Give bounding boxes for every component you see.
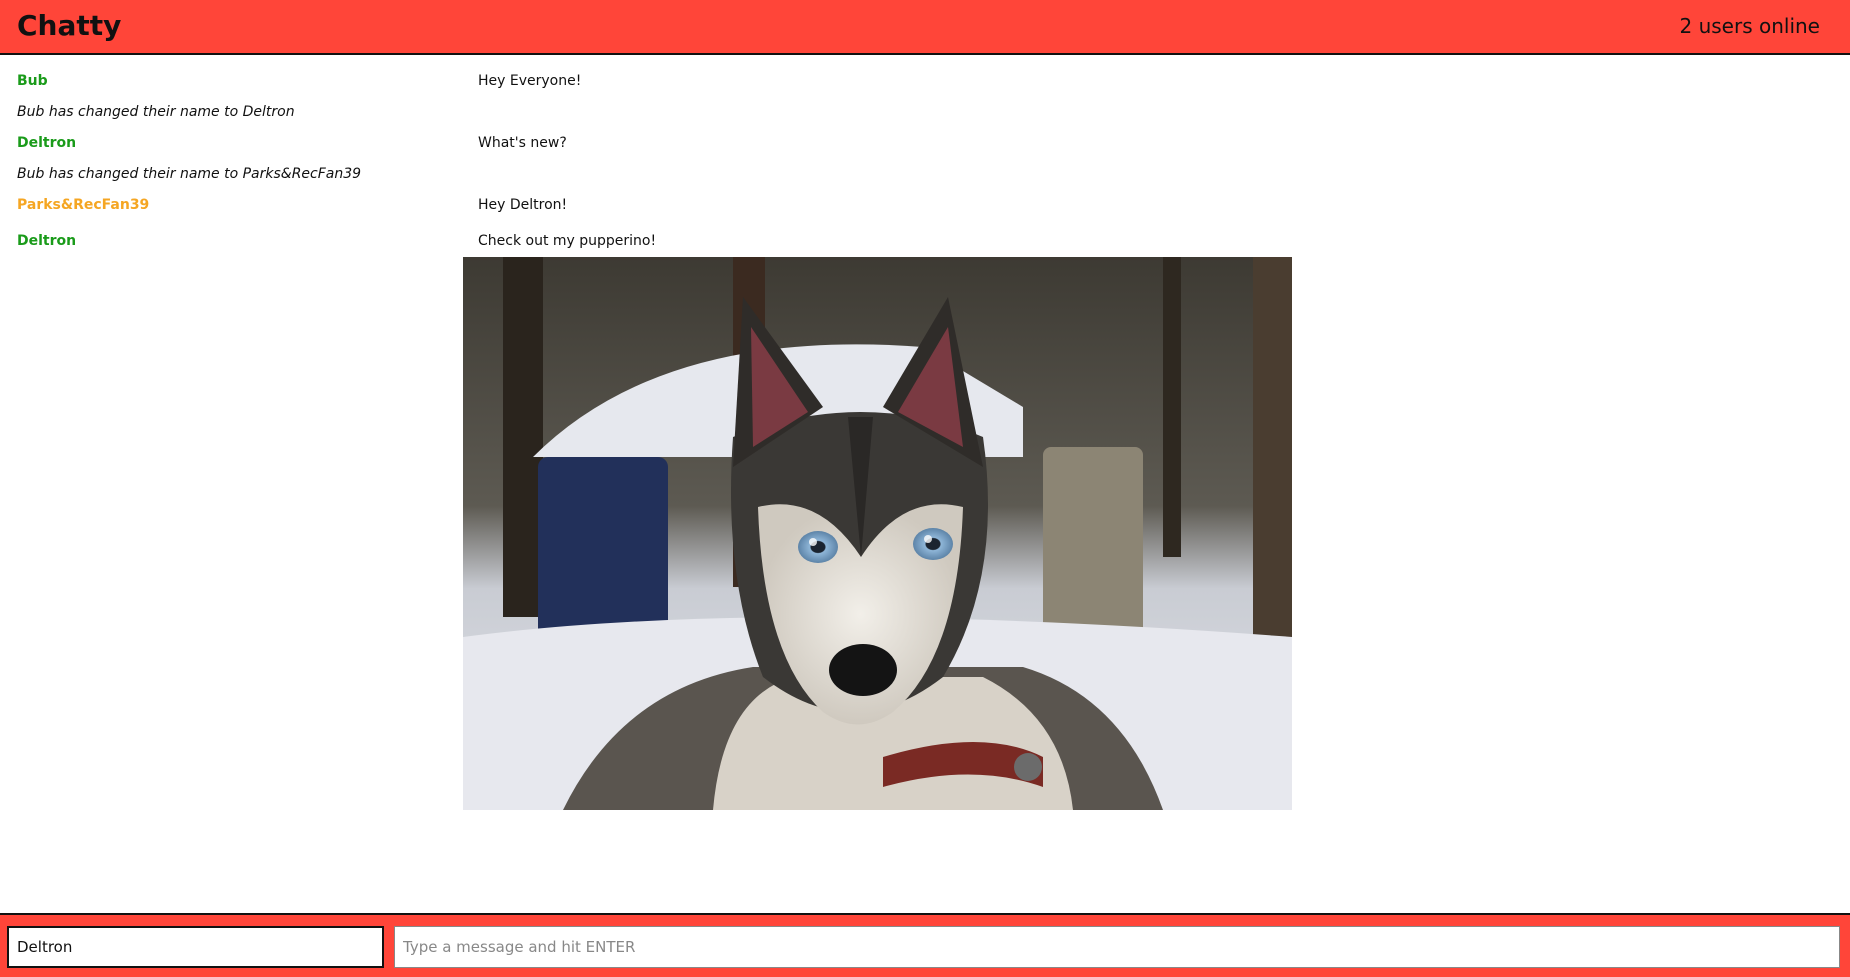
navbar: Chatty 2 users online — [0, 0, 1850, 55]
husky-dog-photo — [463, 257, 1292, 810]
message-content: Hey Deltron! — [478, 197, 568, 213]
message-content: Hey Everyone! — [478, 73, 582, 89]
message-content: What's new? — [478, 135, 567, 151]
message-username: Parks&RecFan39 — [17, 197, 150, 213]
chat-bar — [0, 913, 1850, 977]
message-username: Deltron — [17, 135, 77, 151]
message-input[interactable] — [394, 926, 1840, 968]
message-username: Bub — [17, 73, 48, 89]
message-content: Check out my pupperino! — [478, 233, 657, 249]
users-online-count: 2 users online — [1679, 14, 1821, 38]
app-title[interactable]: Chatty — [17, 9, 121, 42]
notification-text: Bub has changed their name to Parks&RecF… — [17, 166, 362, 182]
username-input[interactable] — [7, 926, 384, 968]
message-username: Deltron — [17, 233, 77, 249]
notification-text: Bub has changed their name to Deltron — [17, 104, 295, 120]
